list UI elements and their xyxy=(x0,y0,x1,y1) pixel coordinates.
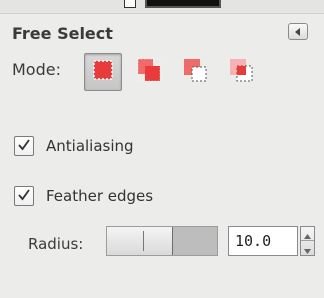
radius-slider-fill xyxy=(107,227,173,255)
mode-add-button[interactable] xyxy=(130,53,168,91)
intersect-selection-icon xyxy=(227,56,255,88)
radius-value-input[interactable]: 10.0 xyxy=(228,226,298,256)
checkmark-icon xyxy=(17,137,31,156)
mode-subtract-button[interactable] xyxy=(176,53,214,91)
tab-menu-icon xyxy=(293,22,303,41)
mode-label: Mode: xyxy=(12,60,61,79)
add-selection-icon xyxy=(135,56,163,88)
replace-selection-icon xyxy=(91,58,115,86)
spin-down-button[interactable] xyxy=(301,241,314,255)
subtract-selection-icon xyxy=(181,56,209,88)
tab-menu-button[interactable] xyxy=(288,23,308,40)
foreground-color-swatch[interactable] xyxy=(145,0,221,8)
spin-down-icon xyxy=(304,239,311,258)
mode-replace-button[interactable] xyxy=(84,53,122,91)
radius-slider-handle[interactable] xyxy=(143,231,144,251)
feather-edges-checkbox[interactable] xyxy=(14,186,34,206)
tool-options-title: Free Select xyxy=(12,24,113,43)
antialiasing-label: Antialiasing xyxy=(46,137,134,155)
antialiasing-checkbox[interactable] xyxy=(14,136,34,156)
antialiasing-option[interactable]: Antialiasing xyxy=(14,134,134,158)
background-color-swatch[interactable] xyxy=(124,0,136,8)
radius-spin-buttons[interactable] xyxy=(300,226,315,256)
color-swatch-strip xyxy=(0,0,324,14)
feather-edges-label: Feather edges xyxy=(46,187,154,205)
checkmark-icon xyxy=(17,187,31,206)
feather-edges-option[interactable]: Feather edges xyxy=(14,184,153,208)
mode-intersect-button[interactable] xyxy=(222,53,260,91)
radius-label: Radius: xyxy=(28,235,84,253)
radius-slider[interactable] xyxy=(106,226,218,256)
